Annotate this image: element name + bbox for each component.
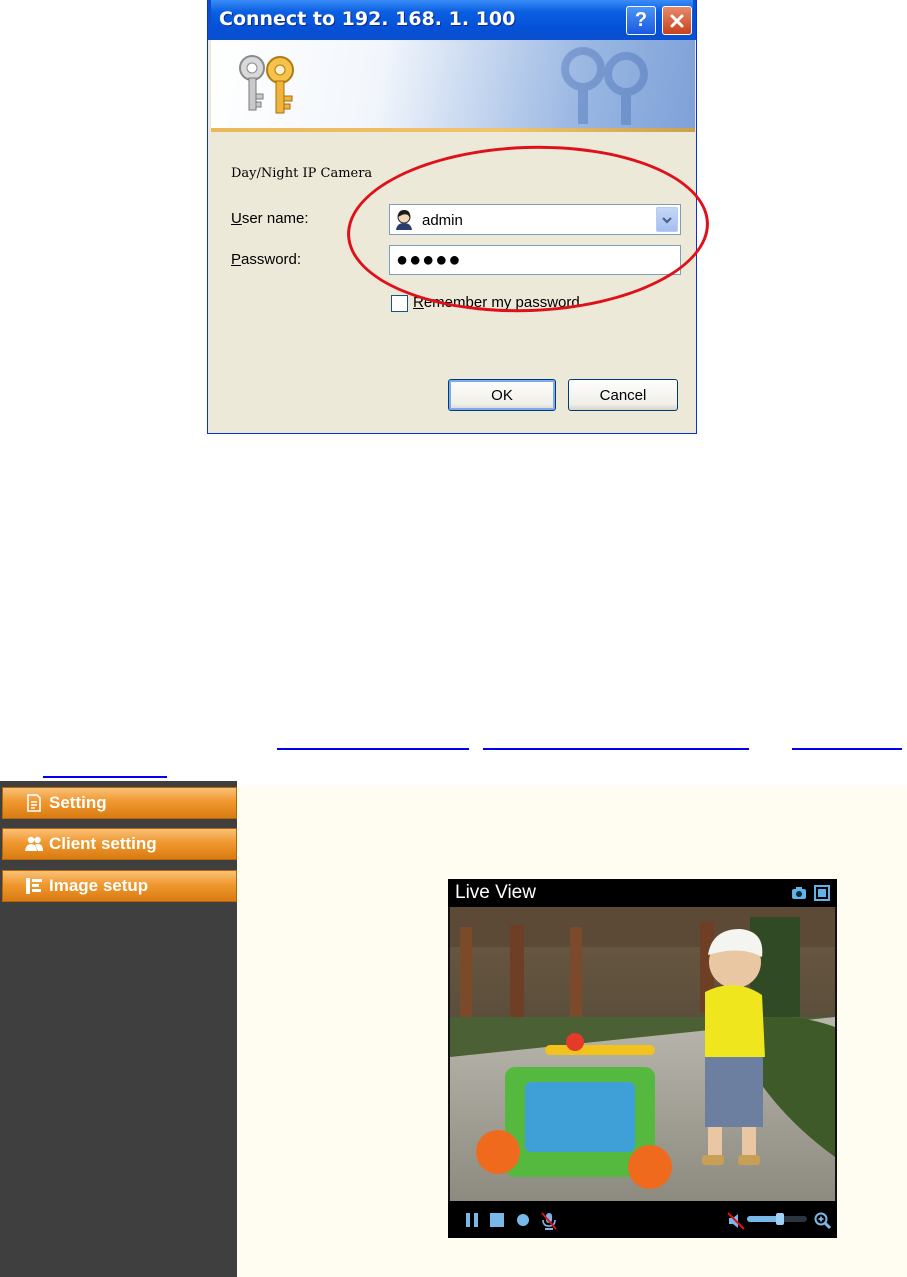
- close-icon: [670, 14, 684, 27]
- sidebar-item-label: Setting: [49, 793, 107, 812]
- sidebar-item-setting[interactable]: Setting: [2, 787, 237, 819]
- close-button[interactable]: [662, 6, 692, 35]
- stop-icon[interactable]: [489, 1212, 505, 1228]
- image-setup-icon: [26, 878, 42, 894]
- speaker-muted-icon[interactable]: [727, 1212, 745, 1230]
- live-view-player: Live View: [448, 879, 837, 1238]
- record-icon[interactable]: [515, 1212, 531, 1228]
- sidebar-item-label: Client setting: [49, 834, 157, 853]
- link-underline-3[interactable]: [792, 748, 902, 750]
- volume-slider[interactable]: [747, 1213, 807, 1225]
- username-label-text: ser name:: [241, 210, 309, 227]
- player-header: Live View: [448, 879, 837, 907]
- password-label-text: assword:: [241, 251, 302, 268]
- player-title: Live View: [455, 882, 536, 903]
- username-label: User name:: [231, 210, 309, 227]
- link-underline-2[interactable]: [483, 748, 749, 750]
- remember-password-checkbox[interactable]: [391, 295, 408, 312]
- cancel-button[interactable]: Cancel: [568, 379, 678, 411]
- link-underline-1[interactable]: [277, 748, 469, 750]
- sidebar-item-label: Image setup: [49, 876, 149, 895]
- document-icon: [27, 794, 41, 812]
- keys-watermark-icon: [561, 47, 648, 125]
- help-button[interactable]: ?: [626, 6, 656, 35]
- microphone-muted-icon[interactable]: [540, 1212, 558, 1230]
- volume-slider-knob[interactable]: [776, 1213, 784, 1225]
- fullscreen-icon[interactable]: [814, 885, 830, 901]
- dialog-title: Connect to 192. 168. 1. 100: [219, 8, 516, 30]
- realm-text: Day/Night IP Camera: [231, 166, 373, 181]
- sidebar-item-image-setup[interactable]: Image setup: [2, 870, 237, 902]
- snapshot-camera-icon[interactable]: [791, 885, 807, 901]
- sidebar: Setting Client setting Image setup: [0, 781, 237, 1277]
- ok-button[interactable]: OK: [448, 379, 556, 411]
- password-label: Password:: [231, 251, 301, 268]
- zoom-in-icon[interactable]: [814, 1212, 832, 1230]
- live-video-frame[interactable]: [450, 907, 835, 1201]
- dialog-titlebar[interactable]: Connect to 192. 168. 1. 100 ?: [208, 0, 696, 40]
- help-icon: ?: [634, 9, 648, 31]
- password-label-accel: P: [231, 251, 242, 268]
- username-label-accel: U: [231, 210, 242, 227]
- pause-icon[interactable]: [464, 1212, 480, 1228]
- users-icon: [25, 836, 43, 851]
- sidebar-item-client-setting[interactable]: Client setting: [2, 828, 237, 860]
- keys-icon: [239, 55, 294, 114]
- link-underline-4[interactable]: [43, 776, 167, 778]
- player-controls: [448, 1201, 837, 1238]
